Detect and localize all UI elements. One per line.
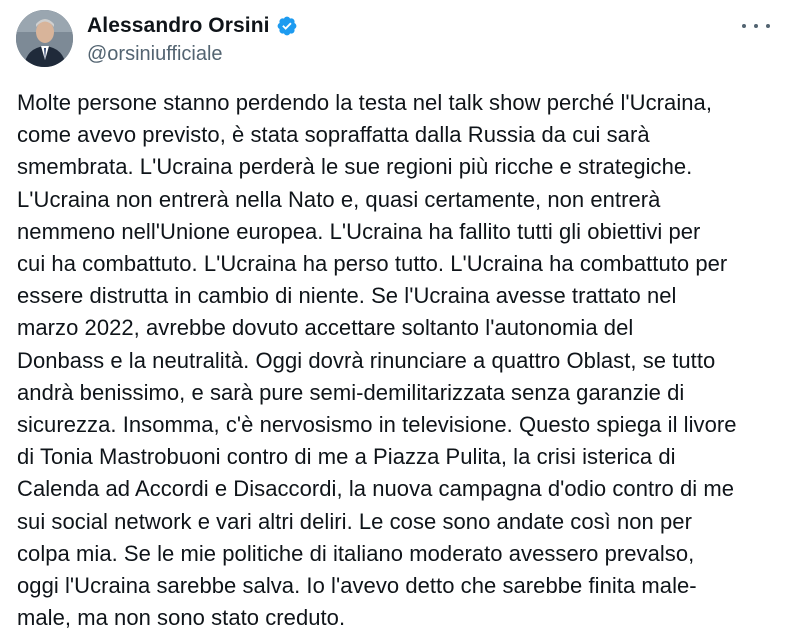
author-names: Alessandro Orsini @orsiniufficiale: [87, 12, 298, 66]
tweet-card: Alessandro Orsini @orsiniufficiale Molte…: [0, 0, 800, 643]
avatar[interactable]: [16, 10, 73, 67]
more-horizontal-icon[interactable]: [742, 16, 770, 36]
verified-badge-icon: [276, 15, 298, 37]
display-name[interactable]: Alessandro Orsini: [87, 14, 270, 38]
author-handle[interactable]: @orsiniufficiale: [87, 43, 298, 66]
more-dot: [742, 24, 746, 28]
more-dot: [766, 24, 770, 28]
more-dot: [754, 24, 758, 28]
display-name-row: Alessandro Orsini: [87, 12, 298, 40]
avatar-portrait-icon: [16, 10, 73, 67]
tweet-header: Alessandro Orsini @orsiniufficiale: [16, 10, 784, 70]
tweet-text: Molte persone stanno perdendo la testa n…: [17, 90, 737, 631]
